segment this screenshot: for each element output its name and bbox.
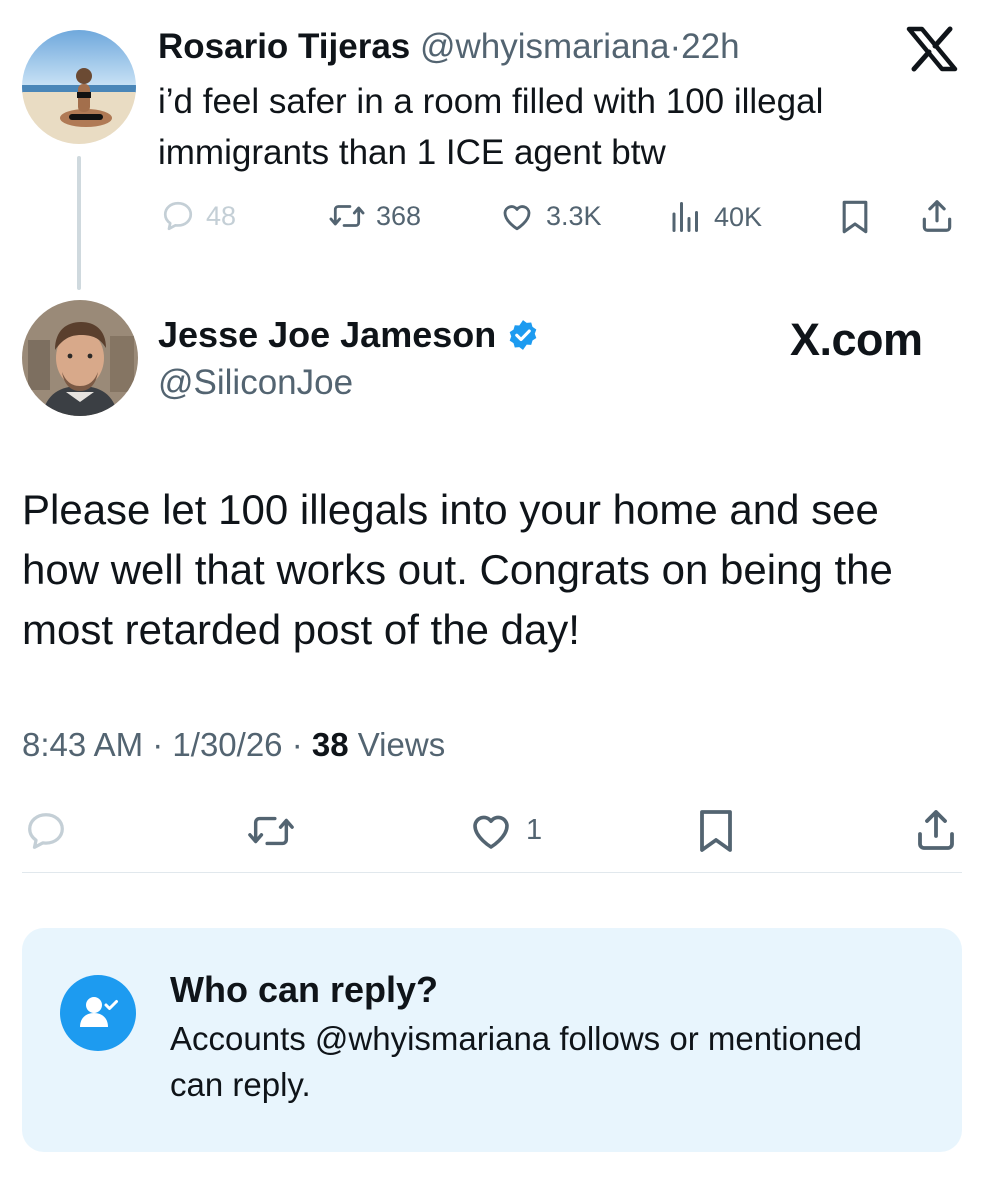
x-logo-icon[interactable] (906, 26, 958, 72)
thread-connector (77, 156, 81, 290)
man-photo-avatar (22, 300, 138, 416)
bookmark-icon (842, 200, 868, 234)
heart-icon (503, 205, 531, 231)
parent-header: Rosario Tijeras @whyismariana·22h (158, 24, 740, 70)
reply-like-count: 1 (526, 813, 543, 846)
repost-icon (329, 205, 365, 227)
meta-separator: · (291, 726, 303, 763)
brand-text: X.com (790, 314, 923, 365)
who-can-reply-description: Accounts @whyismariana follows or mentio… (170, 1020, 862, 1103)
comment-icon (163, 201, 193, 231)
heart-icon (473, 815, 509, 849)
reply-share-button[interactable] (912, 804, 960, 856)
bookmark-icon (700, 810, 732, 852)
user-check-icon (60, 975, 136, 1051)
parent-views-button[interactable]: 40K (668, 198, 762, 236)
x-com-watermark: X.com (790, 312, 923, 368)
parent-avatar[interactable] (22, 30, 136, 144)
parent-repost-button[interactable]: 368 (328, 198, 421, 234)
parent-bookmark-button[interactable] (838, 198, 872, 236)
parent-author-name[interactable]: Rosario Tijeras (158, 27, 410, 66)
reply-tweet-text: Please let 100 illegals into your home a… (22, 486, 893, 653)
repost-icon (248, 816, 294, 846)
reply-metadata: 8:43 AM · 1/30/26 · 38 Views (22, 722, 445, 768)
share-icon (922, 200, 952, 232)
share-icon (918, 810, 954, 850)
parent-reply-button[interactable]: 48 (160, 198, 236, 234)
reply-author-handle[interactable]: @SiliconJoe (158, 360, 353, 406)
who-can-reply-title: Who can reply? (170, 969, 439, 1010)
divider (22, 872, 962, 873)
parent-share-button[interactable] (918, 196, 956, 236)
meta-separator: · (152, 726, 164, 763)
reply-like-button[interactable]: 1 (466, 806, 542, 854)
reply-date[interactable]: 1/30/26 (172, 726, 282, 763)
parent-repost-count: 368 (376, 200, 422, 231)
beach-photo-avatar (22, 30, 136, 144)
reply-author-name[interactable]: Jesse Joe Jameson (158, 312, 496, 358)
analytics-icon (672, 202, 698, 232)
parent-reply-count: 48 (206, 200, 237, 231)
reply-bookmark-button[interactable] (694, 806, 738, 856)
views-label[interactable]: Views (358, 726, 445, 763)
reply-author-row: Jesse Joe Jameson (158, 312, 540, 358)
reply-time[interactable]: 8:43 AM (22, 726, 143, 763)
header-separator: · (669, 27, 682, 66)
parent-timestamp[interactable]: 22h (681, 27, 739, 66)
reply-repost-button[interactable] (244, 808, 298, 854)
parent-like-count: 3.3K (546, 200, 602, 231)
parent-tweet-text: i’d feel safer in a room filled with 100… (158, 82, 824, 172)
reply-reply-button[interactable] (22, 808, 70, 854)
parent-author-handle[interactable]: @whyismariana (420, 27, 670, 66)
parent-like-button[interactable]: 3.3K (498, 198, 602, 234)
reply-view-count[interactable]: 38 (312, 726, 349, 763)
parent-view-count: 40K (714, 201, 763, 232)
verified-badge-icon (509, 320, 537, 350)
comment-icon (28, 813, 64, 849)
reply-avatar[interactable] (22, 300, 138, 416)
